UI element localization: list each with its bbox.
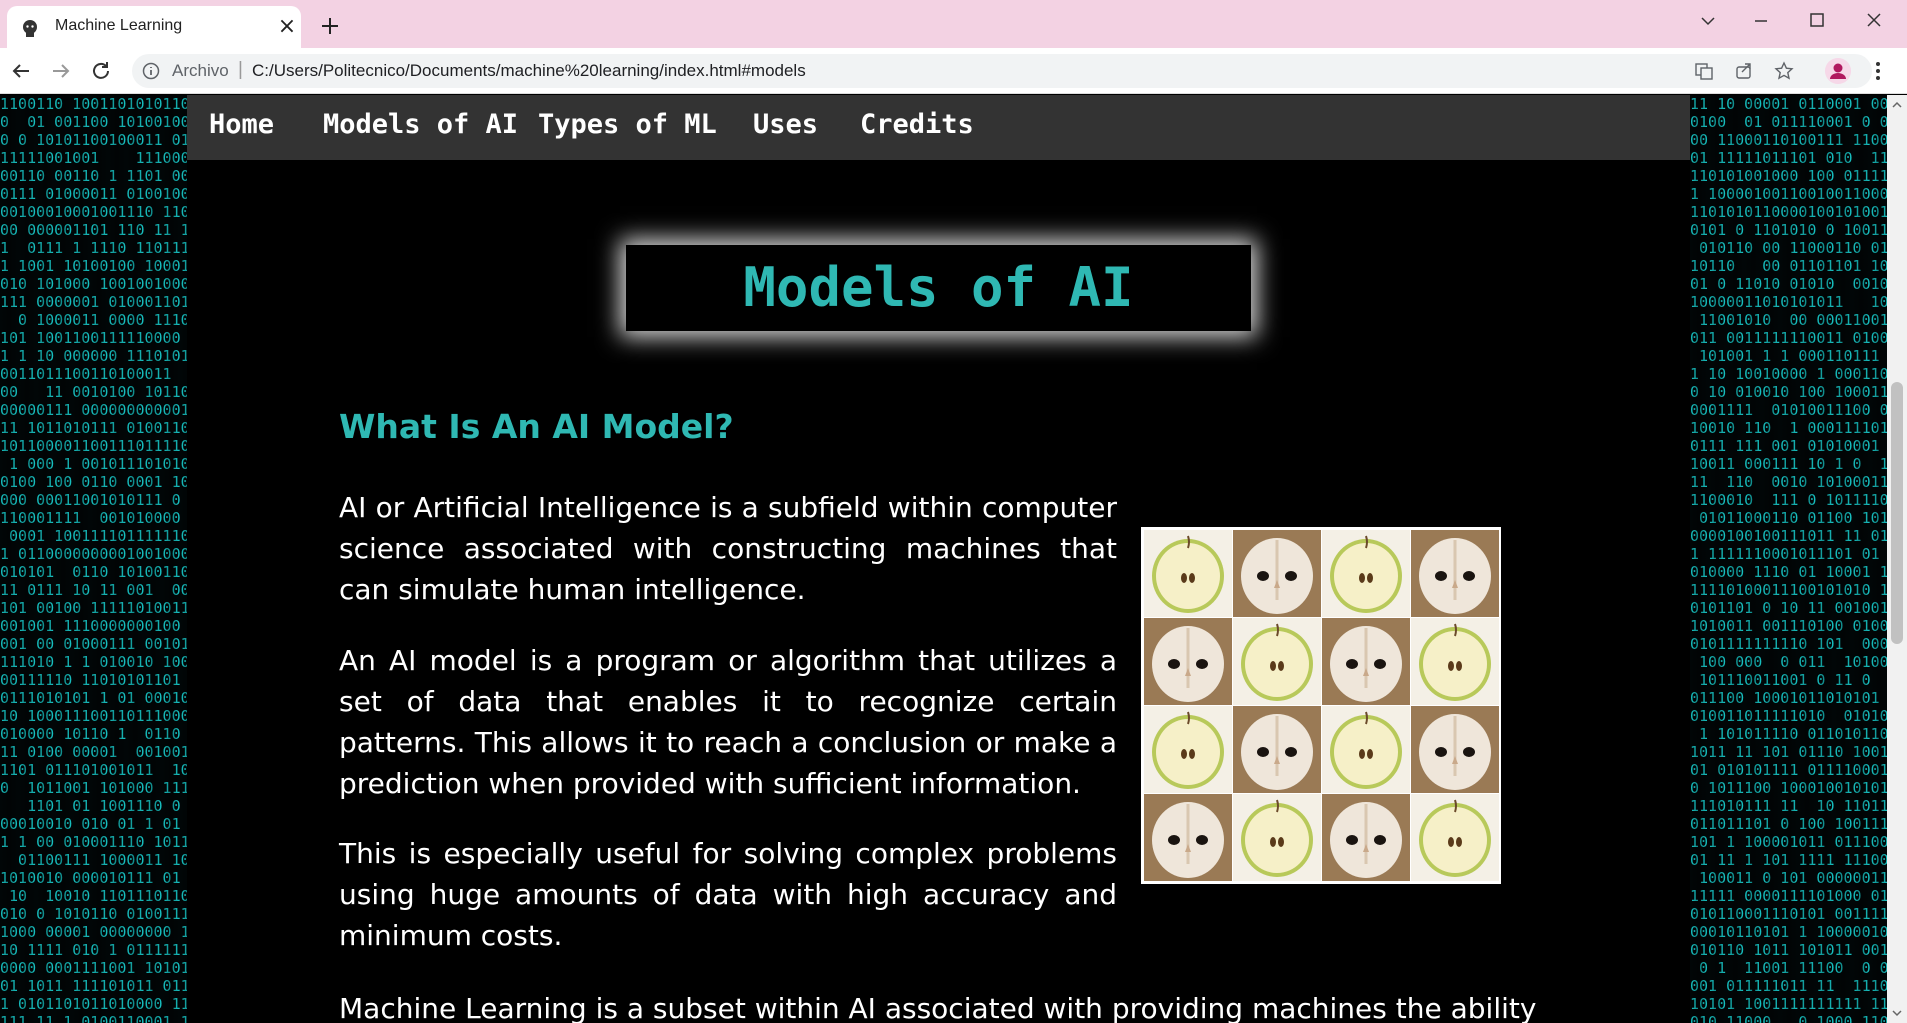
tab-strip: Machine Learning × (0, 0, 1907, 48)
address-bar[interactable]: Archivo | C:/Users/Politecnico/Documents… (132, 54, 1872, 88)
tab-title: Machine Learning (55, 17, 183, 34)
nav-uses[interactable]: Uses (753, 109, 818, 140)
browser-menu-icon[interactable] (1868, 59, 1888, 83)
tab-search-chevron-icon[interactable] (1688, 6, 1728, 36)
forward-arrow-icon[interactable] (49, 59, 73, 83)
minimize-icon[interactable] (1741, 6, 1781, 36)
owl-apple-image (1141, 527, 1501, 884)
owl-face-tile (1233, 530, 1321, 617)
matrix-background-left: 1100110 1001101010110 0 01 001100 101001… (0, 95, 187, 1023)
title-box: Models of AI (626, 245, 1251, 331)
apple-half-tile (1411, 794, 1499, 881)
page-viewport: 1100110 1001101010110 0 01 001100 101001… (0, 95, 1887, 1023)
apple-half-tile (1233, 618, 1321, 705)
site-nav: Home Models of AI Types of ML Uses Credi… (187, 95, 1690, 160)
maximize-icon[interactable] (1797, 6, 1837, 36)
paragraph: This is especially useful for solving co… (339, 837, 1117, 952)
address-url[interactable]: C:/Users/Politecnico/Documents/machine%2… (252, 61, 806, 81)
matrix-background-right: 11 10 00001 0110001 00 0100 01 011110001… (1690, 95, 1887, 1023)
owl-face-tile (1144, 794, 1232, 881)
reload-icon[interactable] (89, 59, 113, 83)
nav-credits[interactable]: Credits (860, 109, 974, 140)
browser-toolbar: Archivo | C:/Users/Politecnico/Documents… (0, 48, 1907, 94)
bookmark-star-icon[interactable] (1774, 61, 1794, 81)
close-window-icon[interactable] (1854, 6, 1894, 36)
owl-face-tile (1233, 706, 1321, 793)
owl-face-tile (1322, 618, 1410, 705)
page-content: Home Models of AI Types of ML Uses Credi… (187, 95, 1690, 1023)
apple-half-tile (1144, 706, 1232, 793)
nav-home[interactable]: Home (209, 109, 274, 140)
paragraph: AI or Artificial Intelligence is a subfi… (339, 491, 1117, 606)
translate-icon[interactable] (1694, 61, 1714, 81)
address-separator: | (238, 59, 243, 80)
paragraph: An AI model is a program or algorithm th… (339, 644, 1117, 800)
scroll-up-arrow-icon[interactable] (1891, 99, 1903, 111)
address-scheme: Archivo (172, 61, 229, 80)
section-heading: What Is An AI Model? (339, 407, 734, 446)
owl-face-tile (1144, 618, 1232, 705)
share-icon[interactable] (1734, 61, 1754, 81)
site-info-icon[interactable] (142, 62, 160, 80)
tab-close-icon[interactable]: × (275, 15, 299, 39)
browser-window: Machine Learning × Archivo | C:/Users/Po… (0, 0, 1907, 1023)
github-favicon-icon (23, 20, 37, 37)
apple-half-tile (1144, 530, 1232, 617)
paragraph: Machine Learning is a subset within AI a… (339, 992, 1537, 1023)
apple-half-tile (1233, 794, 1321, 881)
owl-face-tile (1411, 530, 1499, 617)
nav-models-of-ai[interactable]: Models of AI (323, 109, 518, 140)
profile-avatar-icon[interactable] (1825, 58, 1851, 84)
apple-half-tile (1411, 618, 1499, 705)
scrollbar-thumb[interactable] (1891, 382, 1903, 644)
nav-types-of-ml[interactable]: Types of ML (538, 109, 717, 140)
owl-face-tile (1411, 706, 1499, 793)
back-arrow-icon[interactable] (9, 59, 33, 83)
scroll-down-arrow-icon[interactable] (1891, 1007, 1903, 1019)
owl-face-tile (1322, 794, 1410, 881)
new-tab-icon[interactable] (318, 14, 342, 38)
tab-machine-learning[interactable]: Machine Learning × (7, 6, 301, 48)
page-scrollbar[interactable] (1887, 95, 1907, 1023)
apple-half-tile (1322, 530, 1410, 617)
apple-half-tile (1322, 706, 1410, 793)
page-title: Models of AI (743, 256, 1134, 319)
